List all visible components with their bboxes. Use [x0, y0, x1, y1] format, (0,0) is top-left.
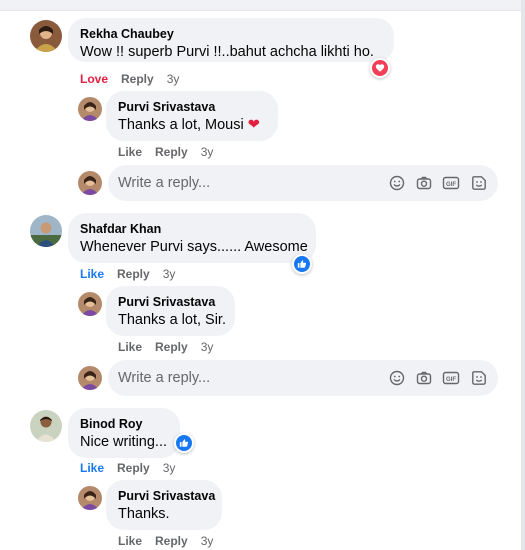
comment-actions: Like Reply 3y — [80, 461, 188, 475]
timestamp[interactable]: 3y — [163, 267, 176, 281]
reply-author[interactable]: Purvi Srivastava — [118, 99, 266, 115]
avatar-purvi-srivastava[interactable] — [78, 292, 102, 316]
reply-actions: Like Reply 3y — [118, 145, 226, 159]
like-button[interactable]: Like — [118, 534, 142, 548]
comment-bubble: Shafdar Khan Whenever Purvi says...... A… — [68, 213, 316, 263]
comment-text: Wow !! superb Purvi !!..bahut achcha lik… — [80, 44, 374, 60]
heart-emoji-icon: ❤ — [247, 117, 260, 133]
sticker-icon[interactable] — [470, 174, 488, 192]
timestamp[interactable]: 3y — [201, 340, 214, 354]
reply-input[interactable] — [118, 368, 368, 388]
gif-label: GIF — [446, 377, 456, 383]
reply-button[interactable]: Reply — [121, 72, 154, 86]
reply-text: Thanks a lot, Sir. — [118, 312, 226, 328]
like-button[interactable]: Like — [80, 461, 104, 475]
reply-composer[interactable]: GIF — [108, 165, 498, 201]
comment-bubble: Rekha Chaubey Wow !! superb Purvi !!..ba… — [68, 18, 394, 62]
reply-author[interactable]: Purvi Srivastava — [118, 294, 223, 310]
like-button[interactable]: Like — [118, 145, 142, 159]
reply-composer[interactable]: GIF — [108, 360, 498, 396]
love-button[interactable]: Love — [80, 72, 108, 86]
timestamp[interactable]: 3y — [201, 145, 214, 159]
reaction-badge[interactable] — [174, 433, 194, 453]
sticker-icon[interactable] — [470, 369, 488, 387]
timestamp[interactable]: 3y — [167, 72, 180, 86]
like-button[interactable]: Like — [118, 340, 142, 354]
comment-author[interactable]: Shafdar Khan — [80, 221, 304, 237]
reaction-badge[interactable] — [292, 254, 312, 274]
avatar-shafdar-khan[interactable] — [30, 215, 62, 247]
reply-author[interactable]: Purvi Srivastava — [118, 488, 215, 504]
like-reaction-icon — [294, 256, 310, 272]
reply-bubble: Purvi Srivastava Thanks a lot, Sir. — [106, 286, 235, 336]
reply-bubble: Purvi Srivastava Thanks a lot, Mousi ❤ — [106, 91, 278, 141]
avatar-current-user[interactable] — [78, 366, 102, 390]
top-divider — [0, 0, 525, 11]
camera-icon[interactable] — [415, 174, 433, 192]
reply-actions: Like Reply 3y — [118, 534, 226, 548]
like-reaction-icon — [176, 435, 192, 451]
gif-icon[interactable]: GIF — [442, 174, 460, 192]
reaction-badge[interactable] — [370, 58, 390, 78]
reply-button[interactable]: Reply — [117, 267, 150, 281]
comment-actions: Love Reply 3y — [80, 72, 192, 86]
timestamp[interactable]: 3y — [163, 461, 176, 475]
camera-icon[interactable] — [415, 369, 433, 387]
reply-text: Thanks. — [118, 506, 170, 522]
comment-text: Whenever Purvi says...... Awesome — [80, 239, 308, 255]
gif-label: GIF — [446, 182, 456, 188]
scrollbar-track[interactable] — [521, 0, 525, 550]
emoji-icon[interactable] — [388, 174, 406, 192]
love-reaction-icon — [372, 60, 388, 76]
reply-input[interactable] — [118, 173, 368, 193]
comment-author[interactable]: Binod Roy — [80, 416, 168, 432]
reply-actions: Like Reply 3y — [118, 340, 226, 354]
comment-author[interactable]: Rekha Chaubey — [80, 26, 382, 42]
reply-bubble: Purvi Srivastava Thanks. — [106, 480, 222, 530]
emoji-icon[interactable] — [388, 369, 406, 387]
gif-icon[interactable]: GIF — [442, 369, 460, 387]
reply-button[interactable]: Reply — [155, 534, 188, 548]
avatar-current-user[interactable] — [78, 171, 102, 195]
avatar-purvi-srivastava[interactable] — [78, 486, 102, 510]
comment-actions: Like Reply 3y — [80, 267, 188, 281]
reply-button[interactable]: Reply — [155, 340, 188, 354]
avatar-purvi-srivastava[interactable] — [78, 97, 102, 121]
like-button[interactable]: Like — [80, 267, 104, 281]
timestamp[interactable]: 3y — [201, 534, 214, 548]
comment-text: Nice writing... — [80, 434, 168, 450]
reply-button[interactable]: Reply — [155, 145, 188, 159]
reply-button[interactable]: Reply — [117, 461, 150, 475]
comment-bubble: Binod Roy Nice writing... — [68, 408, 180, 458]
avatar-rekha-chaubey[interactable] — [30, 20, 62, 52]
reply-text: Thanks a lot, Mousi ❤ — [118, 117, 260, 133]
avatar-binod-roy[interactable] — [30, 410, 62, 442]
